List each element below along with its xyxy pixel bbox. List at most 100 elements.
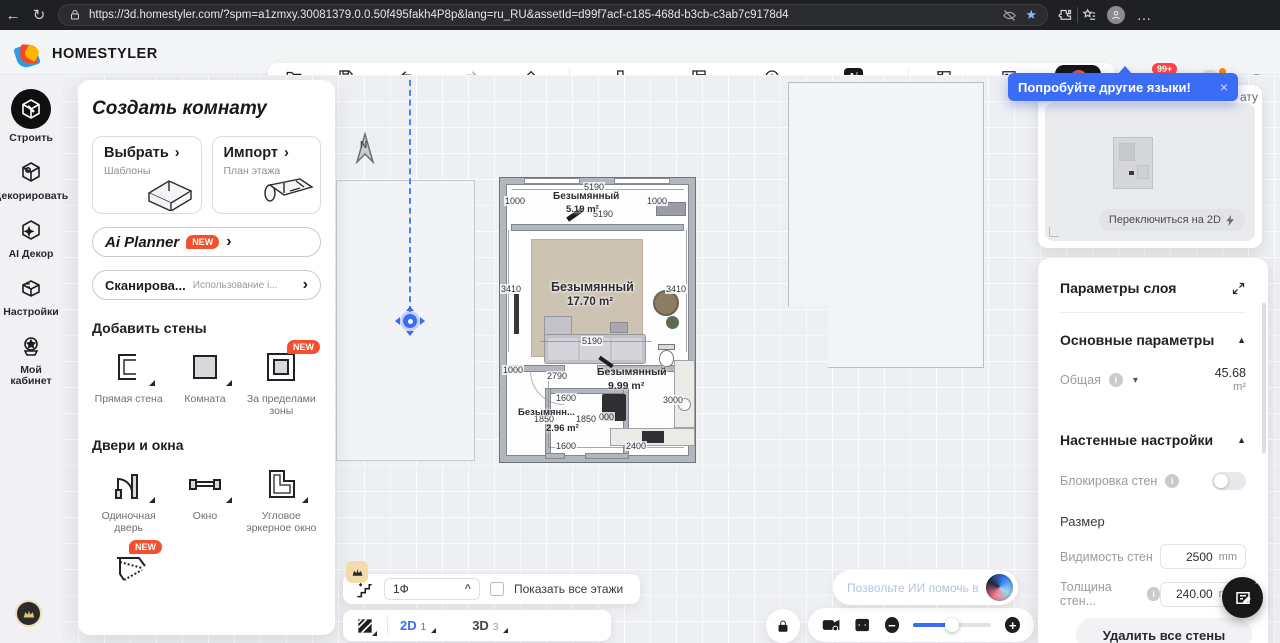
straight-wall-icon (110, 348, 148, 386)
outside-zone-item[interactable]: NEW За пределами зоны (245, 348, 318, 417)
sofa-chaise[interactable] (544, 316, 572, 336)
window-segment[interactable] (614, 178, 670, 184)
collapse-caret-icon[interactable]: ▲ (1237, 335, 1246, 345)
chevron-down-icon[interactable]: ▾ (1133, 375, 1138, 386)
choose-template-card[interactable]: Выбрать› Шаблоны (92, 136, 202, 214)
feedback-button[interactable]: × (1222, 577, 1263, 618)
ai-orb-icon[interactable] (986, 574, 1013, 601)
wall-visibility-input[interactable] (1169, 550, 1213, 564)
toilet[interactable] (659, 350, 674, 367)
info-icon[interactable]: i (1147, 587, 1159, 601)
panel-title: Создать комнату (92, 98, 321, 120)
basic-params-section: Основные параметры (1060, 332, 1237, 348)
camera-view-icon[interactable] (822, 616, 840, 634)
info-icon[interactable]: i (1165, 474, 1179, 488)
plant[interactable] (666, 316, 679, 329)
show-all-floors-checkbox[interactable] (490, 582, 504, 596)
feedback-note-icon (1234, 589, 1252, 607)
dim-label: 5190 (581, 336, 603, 346)
single-door-item[interactable]: Одиночная дверь (92, 465, 165, 534)
show-all-floors-label: Показать все этажи (514, 582, 623, 596)
panel-scrollbar[interactable] (1262, 303, 1266, 453)
ai-assistant-input[interactable] (847, 581, 980, 595)
chevron-up-icon: ^ (465, 583, 471, 595)
collections-icon[interactable] (1082, 8, 1097, 23)
expand-panel-icon[interactable] (1231, 281, 1246, 296)
import-label: Импорт (224, 145, 279, 161)
extensions-icon[interactable] (1058, 8, 1073, 23)
tracking-prevention-icon[interactable] (1002, 8, 1017, 23)
corner-bay-window-item[interactable]: Угловое эркерное окно (245, 465, 318, 534)
room-area: 17.70 m² (567, 296, 613, 308)
tv-unit[interactable] (514, 294, 519, 334)
ai-planner-label: Ai Planner (105, 234, 179, 251)
zoom-in-button[interactable]: + (1005, 617, 1020, 633)
wall-thickness-input[interactable] (1169, 587, 1213, 601)
straight-wall-item[interactable]: Прямая стена (92, 348, 165, 405)
room-name[interactable]: Безымянный (553, 191, 619, 202)
minimap-viewport[interactable]: Переключиться на 2D (1045, 103, 1255, 241)
switch-to-2d-button[interactable]: Переключиться на 2D (1099, 209, 1245, 231)
floor-select[interactable]: 1Ф ^ (384, 578, 480, 600)
zoom-slider[interactable] (913, 623, 991, 627)
room-item[interactable]: Комната (168, 348, 241, 405)
ai-planner-button[interactable]: Ai Planner NEW › (92, 227, 321, 257)
browser-menu-button[interactable]: … (1131, 7, 1157, 24)
minimap-panel[interactable]: Переключиться на 2D (1038, 85, 1262, 248)
language-tooltip: Попробуйте другие языки! × (1008, 73, 1238, 101)
dropdown-corner (149, 380, 155, 386)
sidebar-item-ai-decor[interactable]: AI Декор (0, 215, 62, 260)
layer-pattern-button[interactable] (355, 616, 375, 636)
room-name[interactable]: Безымянн... (518, 407, 575, 418)
coffee-table[interactable] (610, 322, 628, 333)
move-gizmo[interactable] (398, 309, 422, 333)
scan-button[interactable]: Сканирова... Использование i... › (92, 270, 321, 300)
sidebar-item-decorate[interactable]: Декорировать (0, 157, 62, 202)
guide-dashed-line (409, 80, 411, 312)
kitchen-counter-right[interactable] (674, 360, 695, 428)
window-item[interactable]: Окно (168, 465, 241, 522)
settings-cube-icon (16, 273, 46, 303)
pergola-item[interactable]: NEW (92, 548, 168, 586)
browser-reload-button[interactable]: ↻ (26, 6, 52, 24)
doors-section-title: Двери и окна (92, 437, 321, 453)
collapse-caret-icon[interactable]: ▲ (1237, 435, 1246, 445)
sidebar-item-my-cabinet[interactable]: Мой кабинет (0, 331, 62, 387)
membership-crown-button[interactable] (15, 600, 42, 627)
sidebar-item-build[interactable]: Строить (0, 89, 62, 144)
balcony-wall[interactable] (512, 225, 683, 230)
floor-crown-icon (346, 561, 368, 583)
info-icon[interactable]: i (1109, 373, 1123, 387)
fit-view-icon[interactable] (854, 616, 870, 634)
import-floorplan-card[interactable]: Импорт› План этажа (212, 136, 322, 214)
bathroom-wall[interactable] (546, 454, 564, 458)
tab-2d[interactable]: 2D 1 (400, 618, 434, 633)
lock-walls-toggle[interactable] (1212, 472, 1246, 490)
room-name[interactable]: Безымянный (551, 280, 634, 294)
browser-profile-avatar[interactable] (1107, 6, 1125, 24)
zoom-bar: − + (808, 608, 1034, 642)
tab-3d[interactable]: 3D 3 (472, 618, 506, 633)
zoom-out-button[interactable]: − (885, 617, 900, 633)
zoom-slider-knob[interactable] (945, 618, 959, 632)
bookmark-star-icon[interactable]: ★ (1025, 7, 1037, 23)
sidebar-item-settings[interactable]: Настройки (0, 273, 62, 318)
blueprint-icon (260, 171, 316, 211)
tooltip-close-icon[interactable]: × (1220, 79, 1228, 95)
app-header: HOMESTYLER Нат. Пир. 56 Пр... ▾ Файл Сох… (0, 30, 1280, 75)
dropdown-corner (372, 631, 377, 636)
address-bar[interactable]: https://3d.homestyler.com/?spm=a1zmxy.30… (58, 4, 1048, 26)
resize-handle[interactable] (1049, 227, 1059, 237)
scan-sub: Использование i... (193, 280, 296, 291)
padlock-icon (775, 618, 791, 634)
bathroom-wall[interactable] (586, 454, 628, 458)
browser-back-button[interactable]: ← (0, 7, 26, 24)
floor-value: 1Ф (393, 582, 465, 596)
room-name[interactable]: Безымянный (597, 366, 667, 378)
feedback-close-icon[interactable]: × (1255, 576, 1261, 588)
lock-view-button[interactable] (766, 609, 800, 643)
north-compass: N (350, 132, 380, 168)
delete-all-walls-button[interactable]: Удалить все стены (1076, 618, 1252, 643)
window-segment[interactable] (524, 178, 580, 184)
chevron-right-icon: › (303, 276, 308, 294)
